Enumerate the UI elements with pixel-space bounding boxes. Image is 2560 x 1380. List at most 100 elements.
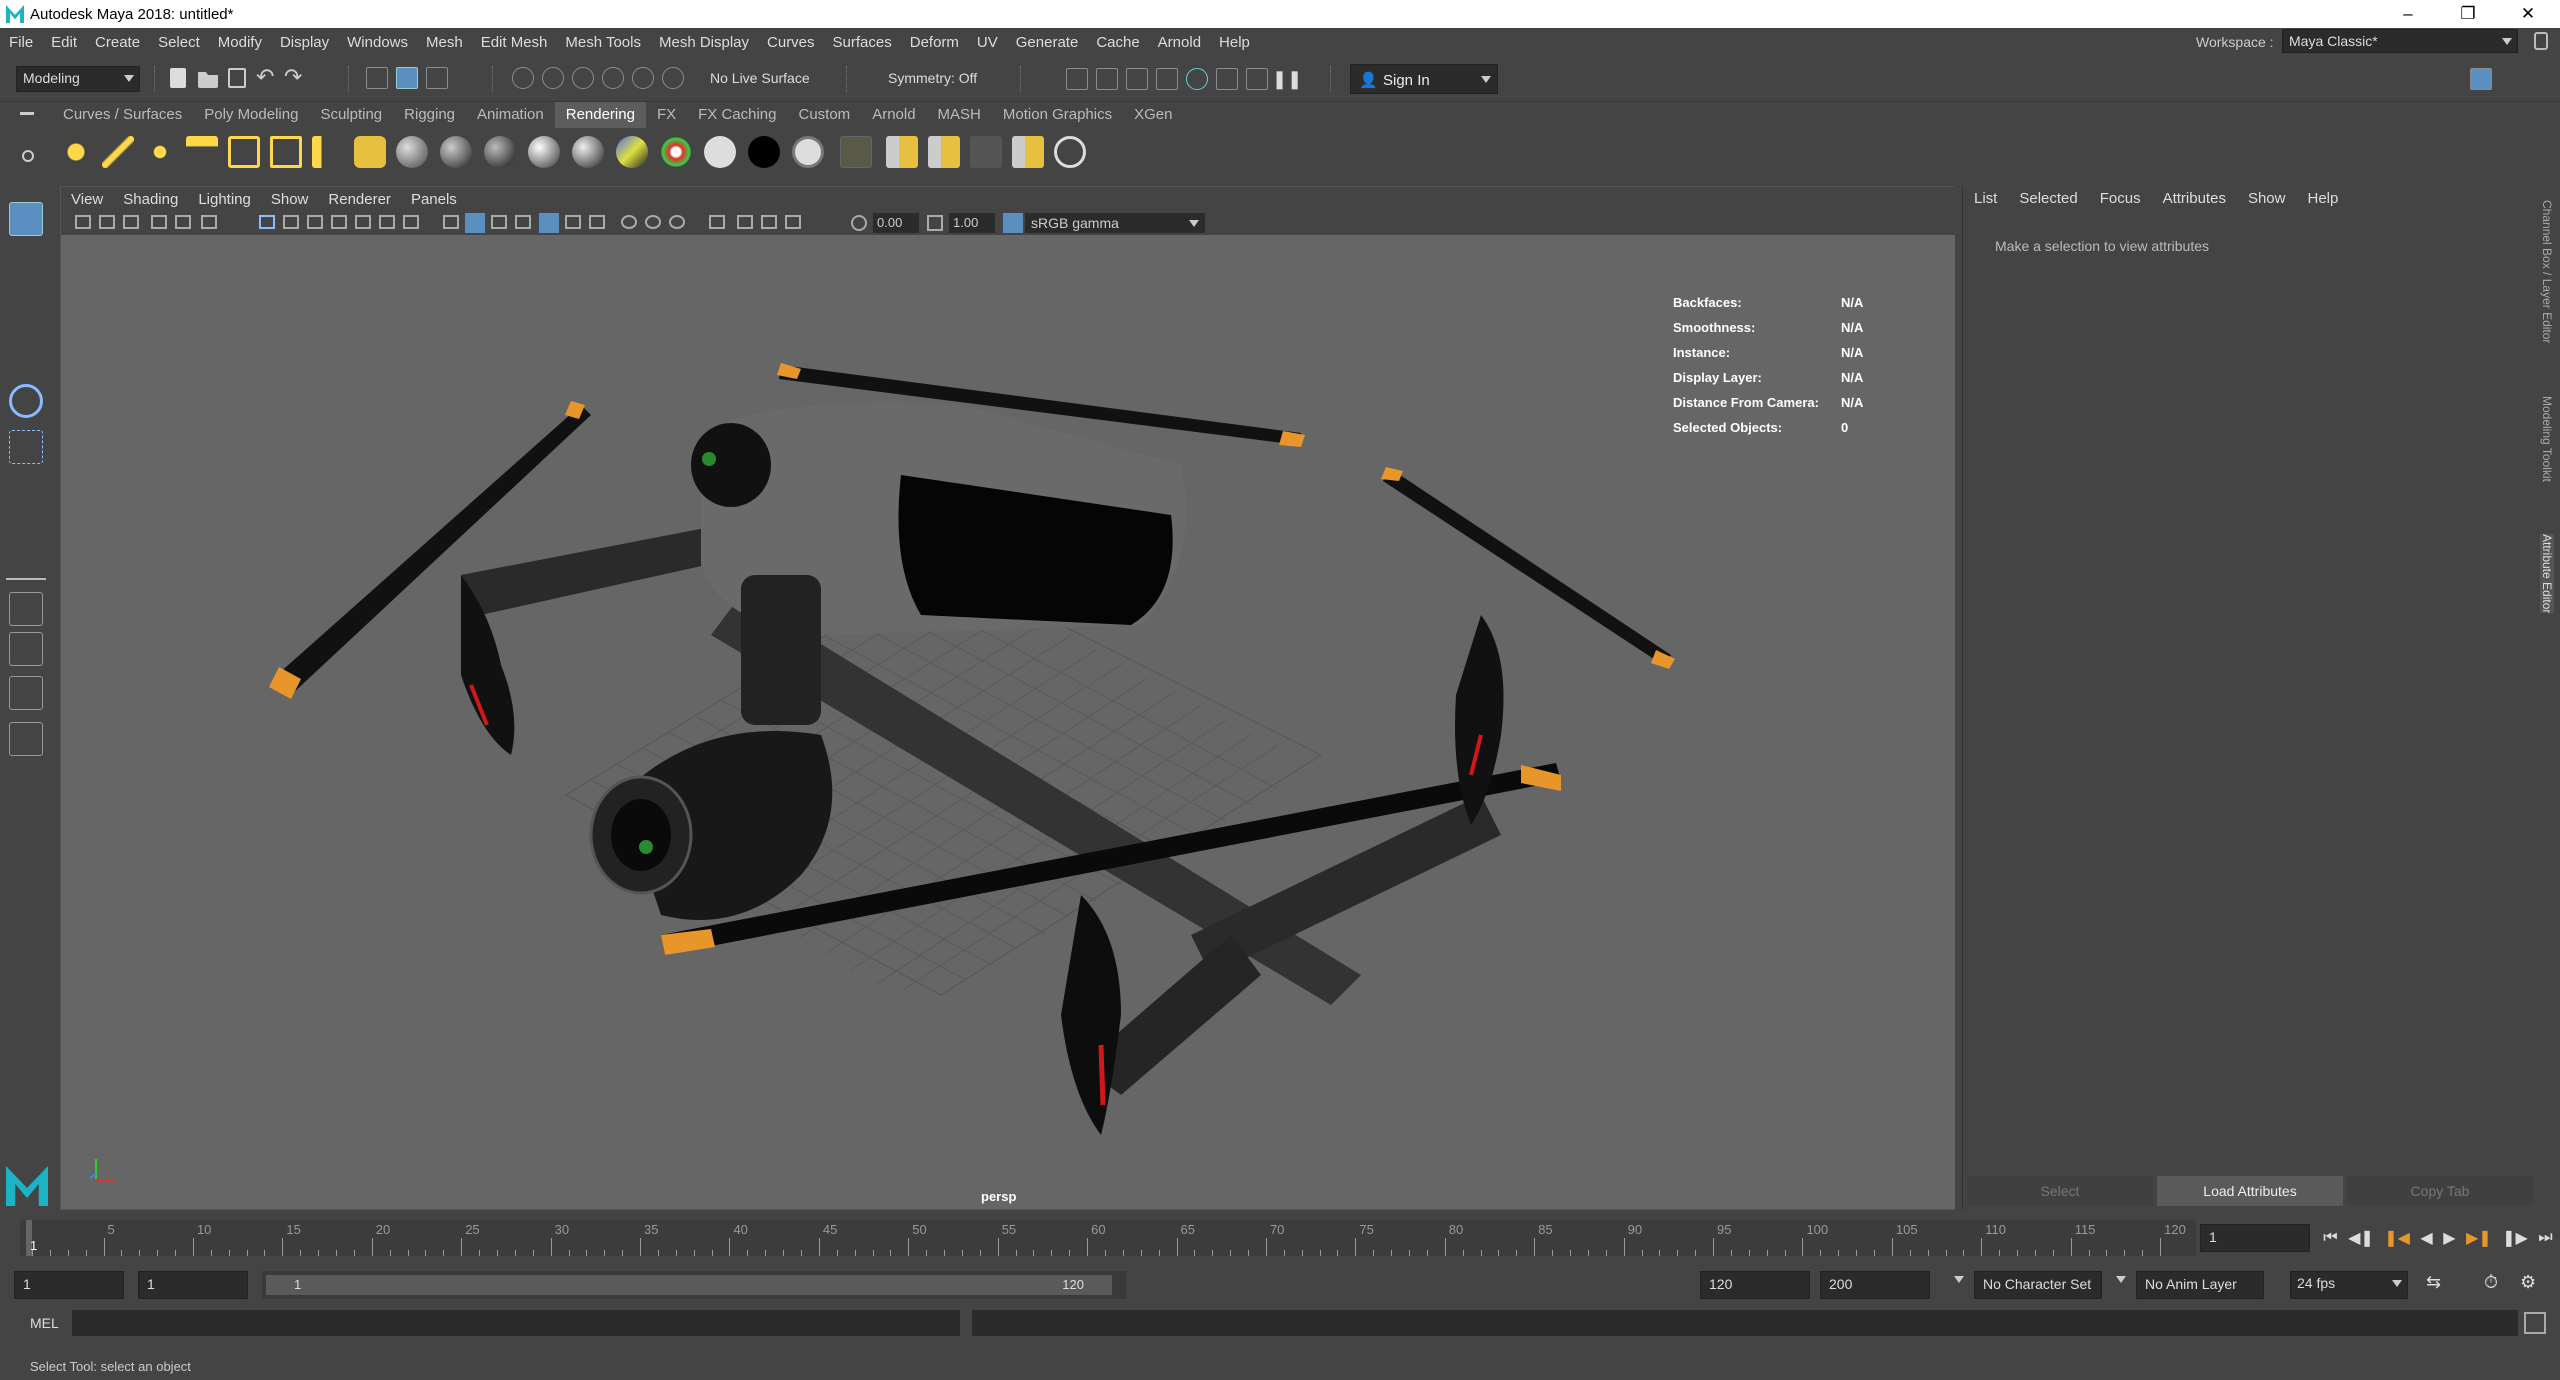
menu-uv[interactable]: UV [968, 34, 1007, 51]
hypershade-shelf-icon[interactable] [1054, 136, 1086, 168]
grease-pencil-icon[interactable] [201, 215, 217, 229]
menu-curves[interactable]: Curves [758, 34, 824, 51]
ambient-light-icon[interactable] [60, 136, 92, 168]
save-scene-icon[interactable] [228, 68, 246, 88]
move-tool-icon[interactable] [9, 338, 43, 372]
screen-space-ao-icon[interactable] [589, 215, 605, 229]
gate-mask-icon[interactable] [331, 215, 347, 229]
arnold-render-icon[interactable] [1246, 68, 1268, 90]
rotate-tool-icon[interactable] [9, 384, 43, 418]
render-view-icon[interactable] [1216, 68, 1238, 90]
channel-box-icon[interactable] [2526, 68, 2548, 90]
playback-end-field[interactable]: 120 [1700, 1271, 1810, 1299]
spot-light-icon[interactable] [186, 136, 218, 168]
depth-of-field-icon[interactable] [669, 215, 685, 229]
menu-select[interactable]: Select [149, 34, 209, 51]
xray-joints-icon[interactable] [761, 215, 777, 229]
menu-windows[interactable]: Windows [338, 34, 417, 51]
tab-fx-caching[interactable]: FX Caching [687, 102, 787, 128]
character-set-chevron-icon[interactable] [1954, 1276, 1964, 1283]
render-current-frame-icon[interactable] [886, 136, 918, 168]
modeling-toolkit-icon[interactable] [2414, 68, 2436, 90]
current-frame-field[interactable]: 1 [2200, 1224, 2310, 1252]
undo-icon[interactable]: ↶ [256, 64, 274, 90]
attribute-editor-toggle-icon[interactable] [2470, 68, 2492, 90]
go-to-start-icon[interactable]: ⏮ [2323, 1229, 2337, 1247]
menu-mesh[interactable]: Mesh [417, 34, 472, 51]
camera-aim-icon[interactable] [354, 136, 386, 168]
film-gate-icon[interactable] [283, 215, 299, 229]
minimize-button[interactable]: – [2380, 0, 2436, 28]
menu-arnold[interactable]: Arnold [1149, 34, 1210, 51]
script-editor-icon[interactable] [2524, 1312, 2546, 1334]
side-tab-attribute-editor[interactable]: Attribute Editor [2540, 534, 2554, 614]
wireframe-icon[interactable] [443, 215, 459, 229]
render-settings-shelf-icon[interactable] [840, 136, 872, 168]
3d-viewport[interactable]: Backfaces: N/A Smoothness: N/A Instance: N/… [61, 235, 1955, 1209]
start-time-field[interactable]: 1 [14, 1271, 124, 1299]
tab-poly-modeling[interactable]: Poly Modeling [193, 102, 309, 128]
range-slider[interactable]: 1 120 [262, 1271, 1126, 1299]
render-sequence-icon[interactable] [1096, 68, 1118, 90]
lambert-material-icon[interactable] [440, 136, 472, 168]
blinn-material-icon[interactable] [396, 136, 428, 168]
tab-mash[interactable]: MASH [927, 102, 992, 128]
character-controls-icon[interactable] [2442, 68, 2464, 90]
play-backwards-icon[interactable]: ◀ [2420, 1228, 2432, 1248]
snap-surface-icon[interactable] [632, 67, 654, 89]
camera-icon[interactable] [312, 136, 344, 168]
layered-shader-icon[interactable] [616, 136, 648, 168]
tab-curves-surfaces[interactable]: Curves / Surfaces [52, 102, 193, 128]
new-scene-icon[interactable] [170, 68, 186, 88]
tab-animation[interactable]: Animation [466, 102, 555, 128]
wireframe-on-shaded-icon[interactable] [491, 215, 507, 229]
tab-rigging[interactable]: Rigging [393, 102, 466, 128]
batch-render-icon[interactable] [1012, 136, 1044, 168]
snap-curve-icon[interactable] [542, 67, 564, 89]
close-button[interactable]: ✕ [2500, 0, 2556, 28]
select-component-icon[interactable] [426, 67, 448, 89]
menu-display[interactable]: Display [271, 34, 338, 51]
menu-help[interactable]: Help [1210, 34, 1259, 51]
viewport-menu-renderer[interactable]: Renderer [318, 191, 401, 208]
anim-layer-dropdown[interactable]: No Anim Layer [2136, 1271, 2264, 1299]
lock-icon[interactable] [2534, 32, 2548, 50]
use-all-lights-icon[interactable] [539, 213, 559, 233]
ae-copy-tab-button[interactable]: Copy Tab [2347, 1176, 2533, 1206]
lasso-tool-icon[interactable] [9, 248, 43, 282]
menu-modify[interactable]: Modify [209, 34, 271, 51]
safe-title-icon[interactable] [403, 215, 419, 229]
viewport-menu-shading[interactable]: Shading [113, 191, 188, 208]
phong-e-material-icon[interactable] [528, 136, 560, 168]
menu-generate[interactable]: Generate [1007, 34, 1088, 51]
ae-menu-focus[interactable]: Focus [2089, 190, 2152, 207]
tab-sculpting[interactable]: Sculpting [309, 102, 393, 128]
render-frame-icon[interactable] [1066, 68, 1088, 90]
persp-graph-layout-icon[interactable] [9, 676, 43, 710]
tab-custom[interactable]: Custom [788, 102, 862, 128]
tab-rendering[interactable]: Rendering [554, 102, 646, 128]
menu-surfaces[interactable]: Surfaces [824, 34, 901, 51]
live-surface-label[interactable]: No Live Surface [710, 70, 810, 86]
camera-select-icon[interactable] [75, 215, 91, 229]
animation-preferences-icon[interactable]: ⚙ [2520, 1272, 2536, 1293]
tab-fx[interactable]: FX [646, 102, 687, 128]
single-perspective-view-icon[interactable] [9, 592, 43, 626]
workspace-dropdown[interactable]: Maya Classic* [2282, 29, 2518, 53]
tab-arnold[interactable]: Arnold [861, 102, 926, 128]
ae-menu-help[interactable]: Help [2296, 190, 2349, 207]
range-slider-handle[interactable]: 1 120 [266, 1275, 1112, 1295]
step-forward-frame-icon[interactable]: ▶❚ [2466, 1228, 2492, 1248]
ramp-shader-icon[interactable] [660, 136, 692, 168]
ai-standard-surface-icon[interactable] [792, 136, 824, 168]
symmetry-label[interactable]: Symmetry: Off [888, 70, 977, 86]
snapshot-icon[interactable] [970, 136, 1002, 168]
command-input[interactable] [72, 1310, 960, 1336]
ae-menu-list[interactable]: List [1963, 190, 2008, 207]
ipr-render-shelf-icon[interactable] [928, 136, 960, 168]
step-forward-key-icon[interactable]: ❚▶ [2502, 1228, 2528, 1248]
menu-file[interactable]: File [0, 34, 42, 51]
step-back-frame-icon[interactable]: ❚◀ [2384, 1228, 2410, 1248]
shelf-settings-gear-icon[interactable] [22, 150, 34, 162]
grid-toggle-icon[interactable] [259, 215, 275, 229]
